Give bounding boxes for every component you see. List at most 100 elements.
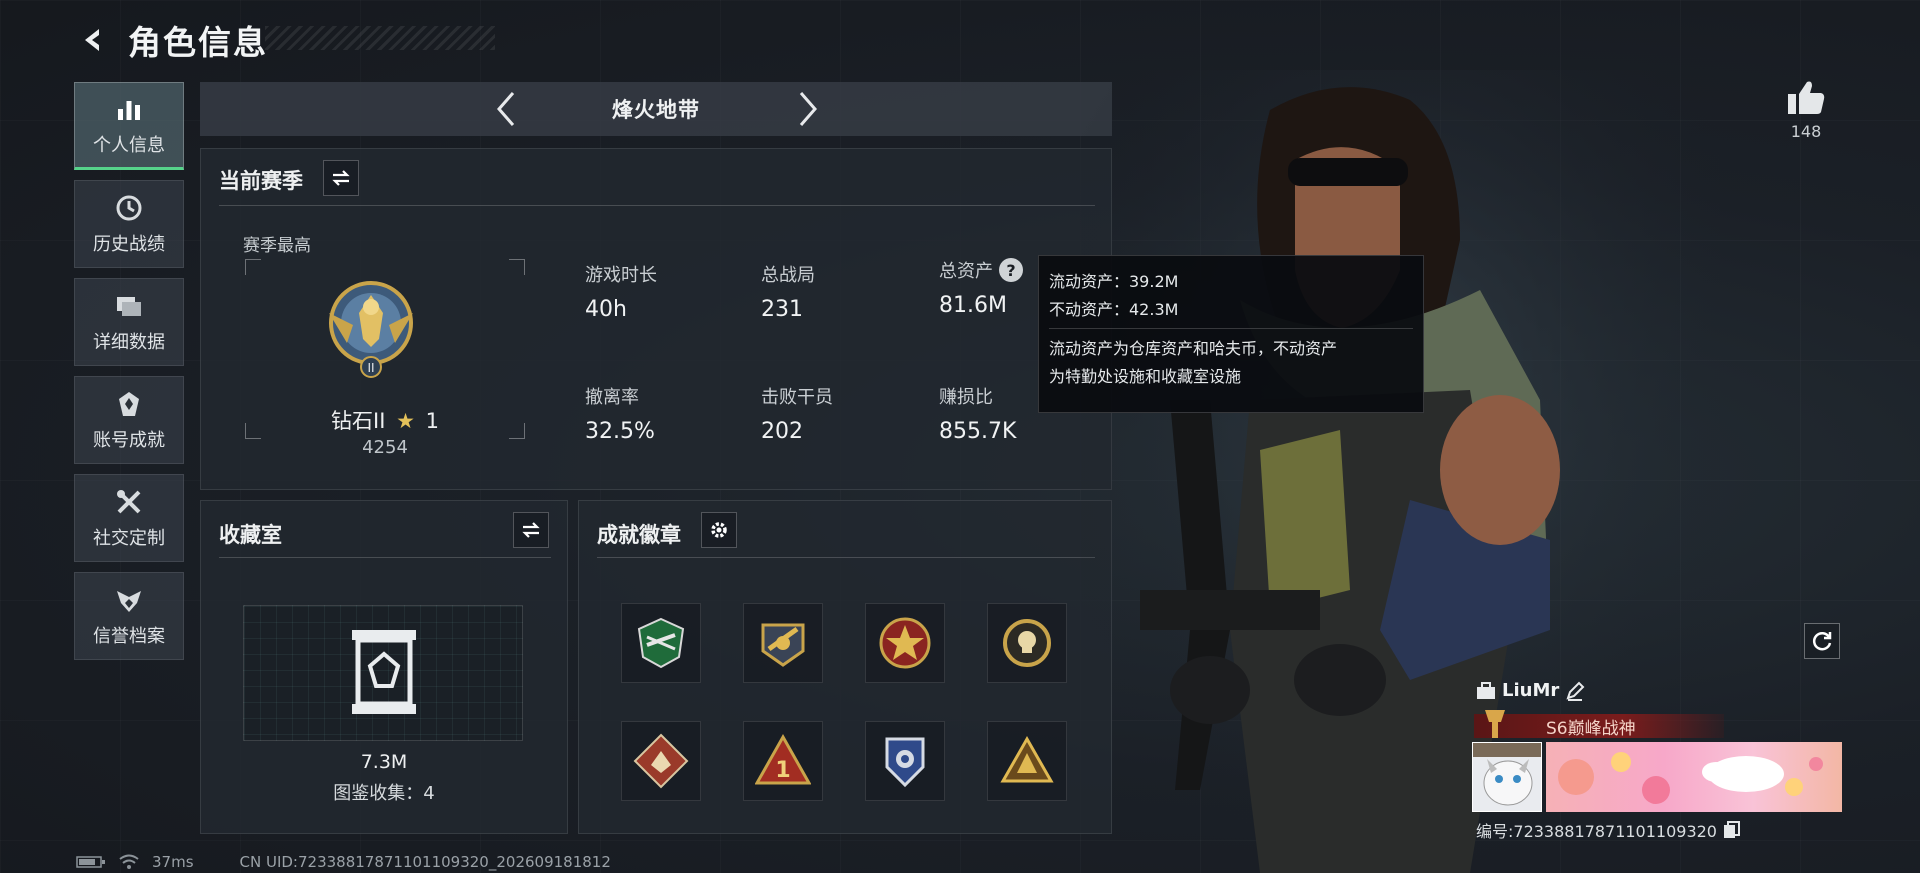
divider <box>219 205 1095 206</box>
gold-triangle-badge-icon <box>1000 735 1054 783</box>
gear-icon <box>711 522 727 538</box>
player-uid: 编号:72338817871101109320 <box>1476 822 1717 841</box>
stat-operators-defeated: 击败干员 202 <box>761 387 833 444</box>
collection-panel: 收藏室 7.3M 图鉴收集：4 <box>200 500 568 834</box>
star-icon: ★ <box>396 409 415 433</box>
rank-stars: 1 <box>425 409 439 433</box>
bar-chart-icon <box>113 93 145 125</box>
edit-pencil-icon[interactable] <box>1565 681 1585 701</box>
ping-value: 37ms <box>152 853 194 871</box>
mode-prev-chevron-icon[interactable] <box>488 90 524 128</box>
beast-diamond-badge-icon <box>633 733 689 789</box>
skull-ring-badge-icon <box>1003 619 1051 667</box>
back-arrow-icon[interactable] <box>70 18 114 62</box>
mode-next-chevron-icon[interactable] <box>790 90 826 128</box>
nav-label: 账号成就 <box>93 430 165 451</box>
copy-icon[interactable] <box>1723 821 1741 839</box>
player-uid-row: 编号:72338817871101109320 <box>1476 818 1741 842</box>
total-assets-label: 总资产 <box>939 261 993 282</box>
thumbs-up-icon[interactable] <box>1776 78 1836 118</box>
collection-value: 7.3M <box>360 751 408 773</box>
medal-icon <box>113 388 145 420</box>
badge-skull-ring[interactable] <box>987 603 1067 683</box>
collection-count: 图鉴收集：4 <box>333 783 435 804</box>
player-banner <box>1546 742 1842 812</box>
assets-tooltip: 流动资产：39.2M 不动资产：42.3M 流动资产为仓库资产和哈夫币，不动资产… <box>1038 255 1424 413</box>
nav-label: 社交定制 <box>93 528 165 549</box>
badge-green-rifle[interactable] <box>621 603 701 683</box>
wrench-screwdriver-icon <box>113 486 145 518</box>
nav-item-reputation[interactable]: 信誉档案 <box>74 572 184 660</box>
swap-arrows-icon <box>332 170 350 186</box>
badge-star-emblem[interactable] <box>865 603 945 683</box>
police-shield-badge-icon <box>885 737 925 788</box>
nav-label: 历史战绩 <box>93 234 165 255</box>
like-count: 148 <box>1790 122 1822 141</box>
trophy-title-icon <box>1485 710 1505 738</box>
header: 角色信息 <box>70 18 495 62</box>
avatar[interactable] <box>1472 742 1542 812</box>
nav-label: 详细数据 <box>93 332 165 353</box>
season-title: 当前赛季 <box>219 169 303 193</box>
server-uid: CN UID:72338817871101109320_202609181812 <box>239 853 611 871</box>
title-decoration <box>265 26 495 50</box>
nav-label: 信誉档案 <box>93 626 165 647</box>
player-name: LiuMr <box>1502 680 1560 701</box>
help-question-icon[interactable]: ? <box>999 258 1023 282</box>
tooltip-description-line1: 流动资产为仓库资产和哈夫币，不动资产 <box>1049 339 1338 358</box>
like-area: 148 <box>1776 78 1836 141</box>
display-case-icon <box>352 630 416 714</box>
refresh-button[interactable] <box>1804 623 1840 659</box>
rank-name-row: 钻石II ★ 1 <box>201 405 569 435</box>
page-title: 角色信息 <box>128 23 268 62</box>
collection-preview[interactable] <box>243 605 523 741</box>
stat-extraction-rate: 撤离率 32.5% <box>585 387 655 444</box>
badge-gold-cannon[interactable] <box>743 603 823 683</box>
season-best-label: 赛季最高 <box>243 236 311 256</box>
achievement-settings-button[interactable] <box>701 512 737 548</box>
tooltip-divider <box>1049 328 1413 329</box>
refresh-icon <box>1812 632 1832 651</box>
nav-item-achievements[interactable]: 账号成就 <box>74 376 184 464</box>
player-title-bar: S6巅峰战神 <box>1474 710 1724 739</box>
stat-total-assets: 总资产 ? 81.6M <box>939 257 1023 318</box>
swap-arrows-icon <box>522 522 540 538</box>
badge-beast-diamond[interactable] <box>621 721 701 801</box>
season-panel: 当前赛季 赛季最高 II 钻石II ★ 1 4254 游戏时长 40h 总战局 <box>200 148 1112 490</box>
wifi-icon <box>119 854 139 869</box>
swap-collection-button[interactable] <box>513 512 549 548</box>
status-bar: 37ms CN UID:72338817871101109320_2026091… <box>76 852 611 872</box>
folder-stack-icon <box>113 290 145 322</box>
green-rifle-badge-icon <box>637 617 685 669</box>
player-name-row: LiuMr <box>1476 680 1585 701</box>
gold-cannon-badge-icon <box>761 623 805 667</box>
battery-icon <box>76 856 105 868</box>
badge-police-shield[interactable] <box>865 721 945 801</box>
star-emblem-badge-icon <box>879 617 931 669</box>
briefcase-icon <box>1477 681 1495 699</box>
rank-score: 4254 <box>362 437 408 458</box>
player-title: S6巅峰战神 <box>1546 718 1636 739</box>
number-one-triangle-badge-icon: 1 <box>755 733 811 785</box>
achievement-title: 成就徽章 <box>597 523 681 547</box>
divider <box>597 557 1095 558</box>
nav-item-personal-info[interactable]: 个人信息 <box>74 82 184 170</box>
stat-play-time: 游戏时长 40h <box>585 265 657 322</box>
badge-number-one[interactable]: 1 <box>743 721 823 801</box>
achievement-panel: 成就徽章 1 <box>578 500 1112 834</box>
liquid-assets-text: 流动资产：39.2M <box>1049 272 1179 291</box>
nav-item-detailed-data[interactable]: 详细数据 <box>74 278 184 366</box>
nav-item-social-custom[interactable]: 社交定制 <box>74 474 184 562</box>
svg-text:1: 1 <box>775 758 790 783</box>
badge-gold-triangle[interactable] <box>987 721 1067 801</box>
nav-item-history[interactable]: 历史战绩 <box>74 180 184 268</box>
history-clock-icon <box>113 192 145 224</box>
diamond-rank-emblem-icon: II <box>323 273 419 381</box>
shield-wings-icon <box>113 584 145 616</box>
fixed-assets-text: 不动资产：42.3M <box>1049 300 1179 319</box>
collection-title: 收藏室 <box>219 523 282 547</box>
swap-season-button[interactable] <box>323 160 359 196</box>
tooltip-description-line2: 为特勤处设施和收藏室设施 <box>1049 367 1242 386</box>
mode-selector: 烽火地带 <box>200 82 1112 136</box>
rank-name: 钻石II <box>331 409 386 433</box>
